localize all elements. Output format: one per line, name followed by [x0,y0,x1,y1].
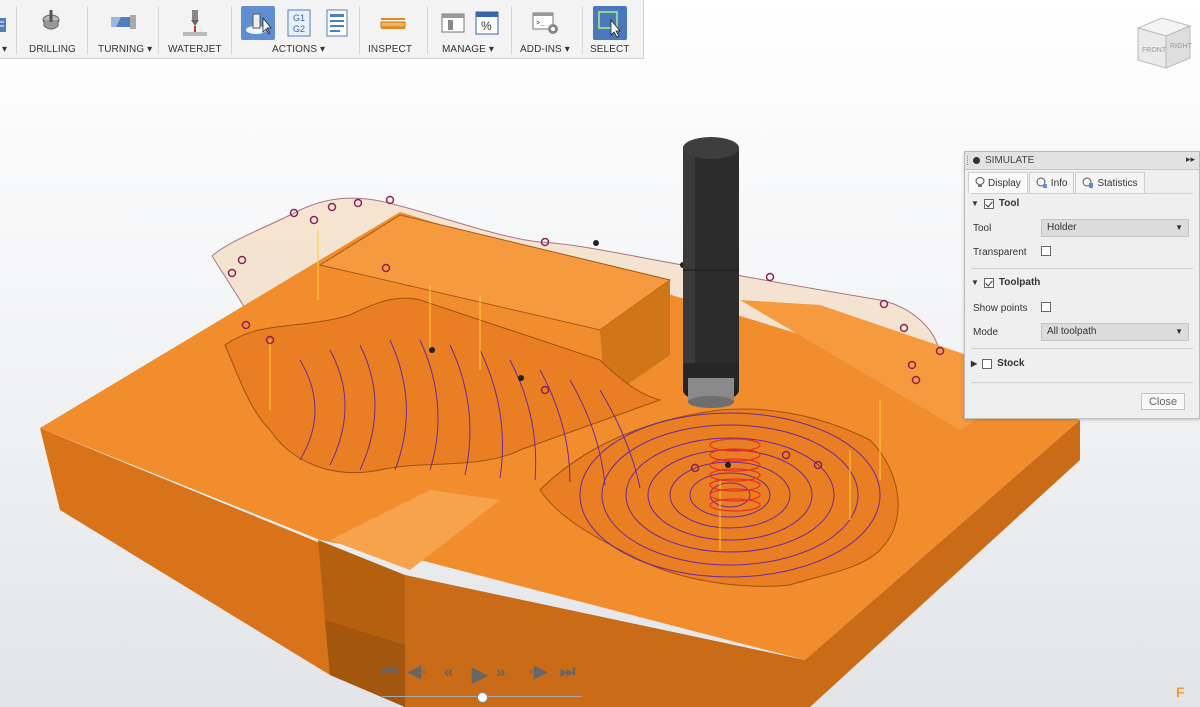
info-icon [1036,177,1047,188]
tool-dropdown[interactable]: Holder ▼ [1041,219,1189,237]
collapse-arrow-icon: ▼ [971,199,979,208]
show-points-label: Show points [973,303,1028,314]
toolpath-section-label: Toolpath [998,277,1041,288]
tool-section-header[interactable]: ▼ Tool [971,198,1019,209]
transparent-checkbox[interactable] [1041,246,1051,256]
tool-field-label: Tool [973,223,992,234]
dropdown-arrow-icon: ▼ [1175,223,1183,232]
panel-tabs: Display Info Statistics [968,172,1146,193]
dropdown-arrow-icon: ▼ [1175,327,1183,336]
expand-panel-icon[interactable]: ▸▸ [1186,154,1195,165]
panel-title: SIMULATE [985,155,1035,166]
mode-dropdown[interactable]: All toolpath ▼ [1041,323,1189,341]
tool-dropdown-value: Holder [1047,222,1077,233]
tab-info-label: Info [1050,177,1068,189]
toolpath-section-header[interactable]: ▼ Toolpath [971,277,1040,288]
close-button[interactable]: Close [1141,393,1185,410]
stock-section-label: Stock [997,358,1025,369]
rewind-icon[interactable]: « [444,662,453,682]
tab-statistics[interactable]: Statistics [1075,172,1145,193]
cutting-tool [683,137,739,408]
tool-section-checkbox[interactable] [983,198,994,209]
panel-divider [971,193,1193,194]
toolpath-section-checkbox[interactable] [983,277,994,288]
mode-dropdown-value: All toolpath [1047,326,1097,337]
playback-controls: ⏮ ◀◦ « ▶ » ◦▶ ⏭ [382,662,582,703]
panel-divider [971,268,1193,269]
panel-divider [971,382,1193,383]
fast-forward-icon[interactable]: » [496,662,505,682]
brand-logo: F [1176,684,1185,700]
display-icon [975,177,985,187]
next-keypoint-icon[interactable]: ◦▶ [528,662,547,682]
transparent-label: Transparent [973,247,1027,258]
mode-field-label: Mode [973,327,999,338]
show-points-checkbox[interactable] [1041,302,1051,312]
play-icon[interactable]: ▶ [472,662,487,687]
stock-section-header[interactable]: ▶ Stock [971,358,1024,369]
skip-to-end-icon[interactable]: ⏭ [560,662,575,682]
collapse-icon[interactable] [973,157,980,164]
previous-keypoint-icon[interactable]: ◀◦ [408,662,427,682]
simulate-panel: SIMULATE ▸▸ Display Info Statistics ▼ To… [964,151,1200,419]
statistics-icon [1082,177,1094,188]
tab-display-label: Display [988,177,1021,189]
expand-arrow-icon: ▶ [971,359,978,368]
tool-section-label: Tool [998,198,1020,209]
tab-display[interactable]: Display [968,172,1028,193]
panel-grip-icon[interactable] [967,156,970,165]
tab-statistics-label: Statistics [1097,177,1138,189]
panel-divider [971,348,1193,349]
skip-to-start-icon[interactable]: ⏮ [382,662,397,682]
stock-section-checkbox[interactable] [982,358,993,369]
panel-header: SIMULATE ▸▸ [965,152,1199,170]
collapse-arrow-icon: ▼ [971,278,979,287]
tab-info[interactable]: Info [1028,172,1075,193]
timeline-scrubber[interactable] [477,692,488,703]
